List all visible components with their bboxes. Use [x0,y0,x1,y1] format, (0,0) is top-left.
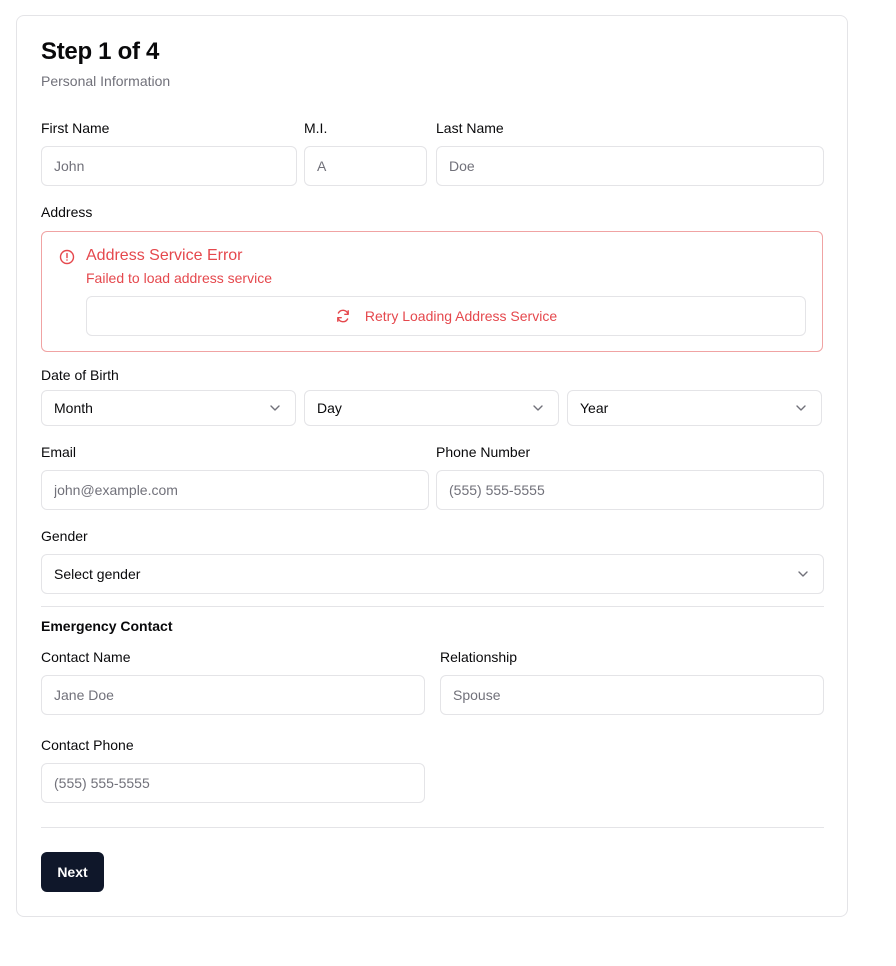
gender-label: Gender [41,528,88,544]
next-button[interactable]: Next [41,852,104,892]
gender-select-value: Select gender [54,566,141,582]
contact-phone-label: Contact Phone [41,737,134,753]
phone-field[interactable] [436,470,824,510]
alert-circle-icon [59,249,75,265]
first-name-label: First Name [41,120,110,136]
year-select-value: Year [580,400,609,416]
emergency-contact-heading: Emergency Contact [41,618,173,634]
error-title: Address Service Error [86,247,243,264]
chevron-down-icon [796,405,806,411]
gender-select[interactable]: Select gender [41,554,824,594]
email-label: Email [41,444,77,460]
month-select[interactable]: Month [41,390,296,426]
contact-phone-input[interactable] [41,763,425,803]
year-select[interactable]: Year [567,390,822,426]
page-title: Step 1 of 4 [41,38,160,65]
section-divider [41,606,824,607]
contact-name-input[interactable] [41,675,425,715]
month-select-value: Month [54,400,93,416]
day-select[interactable]: Day [304,390,559,426]
dob-label: Date of Birth [41,367,119,383]
phone-label: Phone Number [436,444,531,460]
middle-initial-input[interactable] [304,146,427,186]
email-field[interactable] [41,470,429,510]
chevron-down-icon [533,405,543,411]
retry-label: Retry Loading Address Service [364,308,558,324]
relationship-label: Relationship [440,649,518,665]
contact-name-label: Contact Name [41,649,131,665]
error-message: Failed to load address service [86,270,272,286]
footer-divider [41,827,824,828]
address-error-alert: Address Service Error Failed to load add… [41,231,823,352]
first-name-input[interactable] [41,146,297,186]
day-select-value: Day [317,400,342,416]
last-name-label: Last Name [436,120,504,136]
address-label: Address [41,204,93,220]
chevron-down-icon [270,405,280,411]
chevron-down-icon [798,571,808,577]
middle-initial-label: M.I. [304,120,328,136]
refresh-icon [336,309,349,323]
relationship-input[interactable] [440,675,824,715]
page-subtitle: Personal Information [41,73,171,89]
form-card: Step 1 of 4 Personal Information First N… [16,15,848,917]
retry-address-button[interactable]: Retry Loading Address Service [86,296,806,336]
last-name-input[interactable] [436,146,824,186]
